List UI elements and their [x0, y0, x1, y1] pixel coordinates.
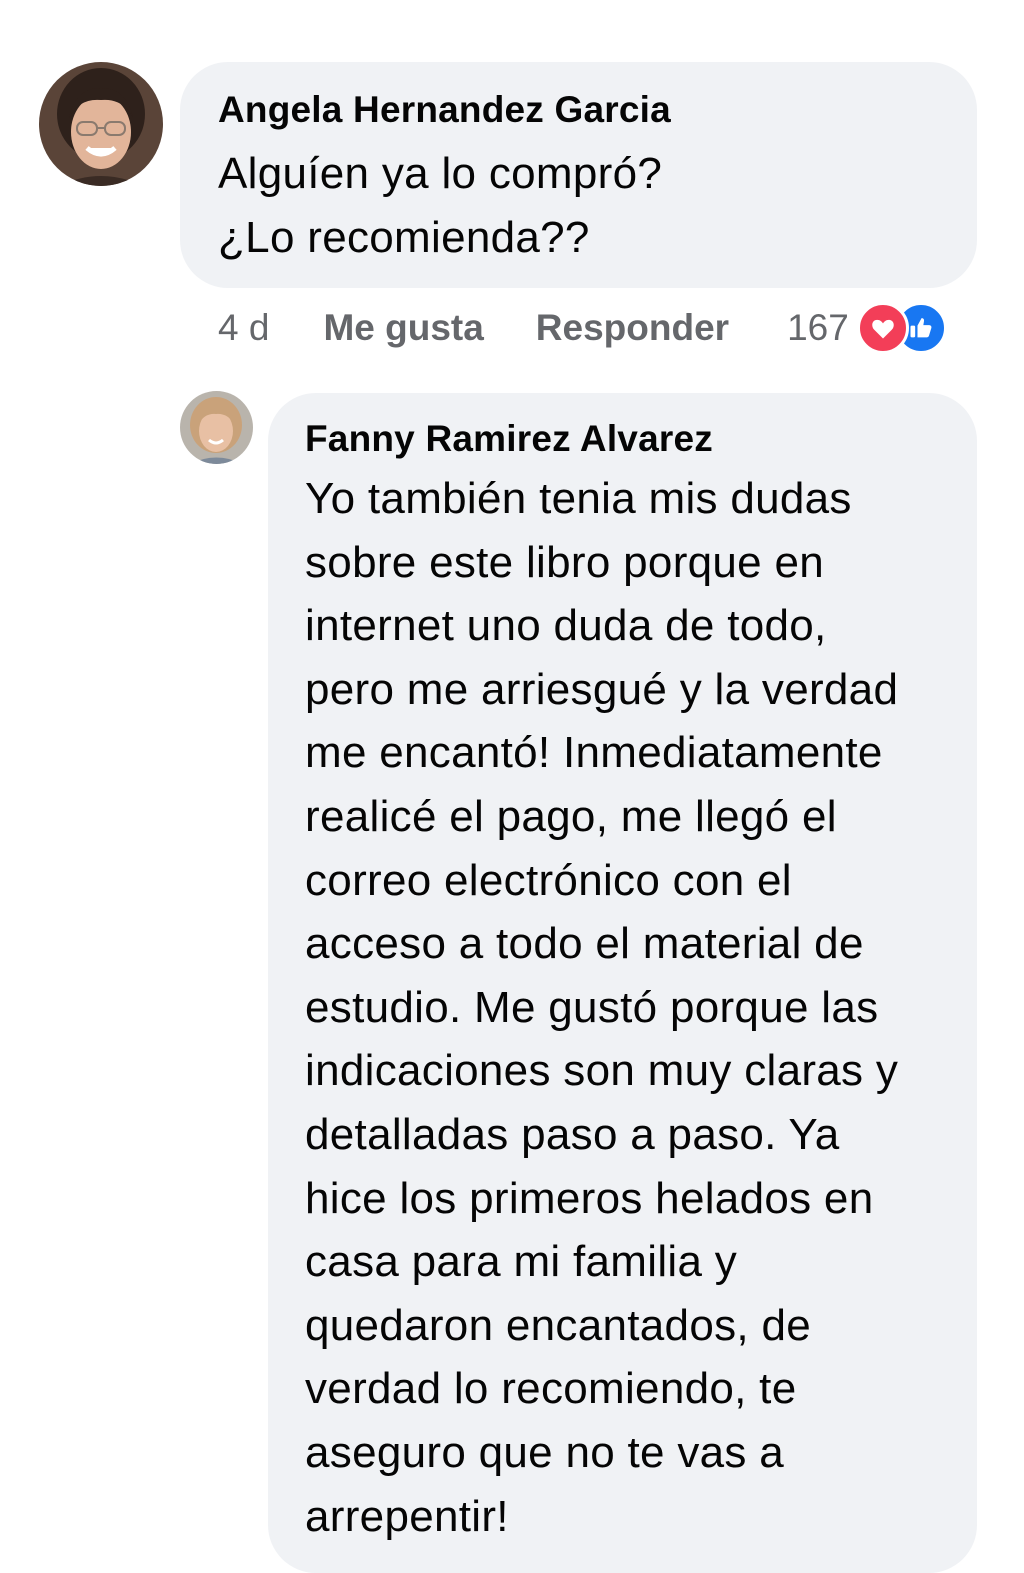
reply-button[interactable]: Responder	[536, 307, 729, 349]
comment-bubble: Angela Hernandez Garcia Alguíen ya lo co…	[180, 62, 977, 288]
avatar-photo	[39, 62, 163, 186]
reply-bubble: Fanny Ramirez Alvarez Yo también tenia m…	[268, 393, 977, 1573]
comment-text: Alguíen ya lo compró? ¿Lo recomienda??	[218, 149, 663, 262]
comment-author[interactable]: Angela Hernandez Garcia	[218, 88, 947, 132]
reply-text: Yo también tenia mis dudas sobre este li…	[305, 474, 899, 1541]
like-button[interactable]: Me gusta	[323, 307, 483, 349]
reactions-summary[interactable]: 167	[787, 302, 947, 354]
comment-actions: 4 d Me gusta Responder 167	[218, 300, 988, 356]
replier-avatar[interactable]	[180, 391, 253, 464]
reply-author[interactable]: Fanny Ramirez Alvarez	[305, 417, 957, 461]
comment-timestamp[interactable]: 4 d	[218, 307, 269, 349]
reaction-count: 167	[787, 307, 849, 348]
commenter-avatar[interactable]	[39, 62, 163, 186]
love-icon	[856, 302, 909, 354]
avatar-photo	[180, 391, 253, 464]
